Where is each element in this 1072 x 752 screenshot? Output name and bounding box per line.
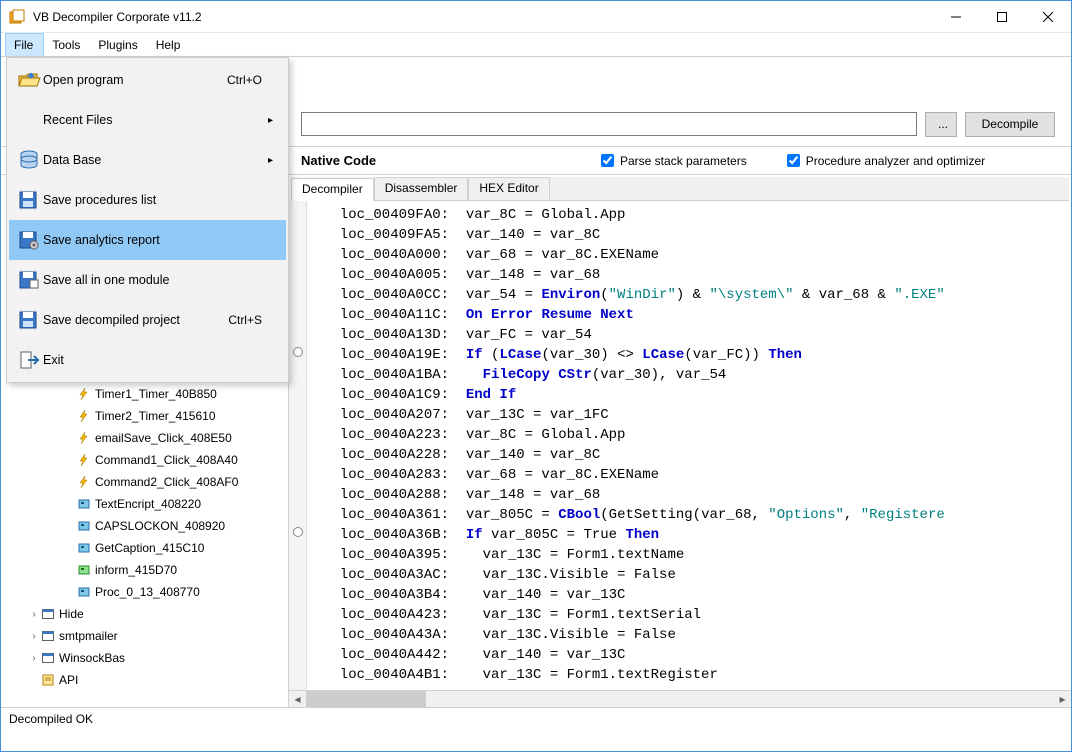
tree-item[interactable]: inform_415D70 xyxy=(9,559,288,581)
tree-item[interactable]: Command2_Click_408AF0 xyxy=(9,471,288,493)
status-text: Decompiled OK xyxy=(9,712,93,726)
bolt-icon xyxy=(77,475,91,489)
parse-stack-checkbox[interactable]: Parse stack parameters xyxy=(601,154,747,168)
tree-item[interactable]: › smtpmailer xyxy=(9,625,288,647)
form-icon xyxy=(41,629,55,643)
tree-item[interactable]: emailSave_Click_408E50 xyxy=(9,427,288,449)
tree-item[interactable]: Proc_0_13_408770 xyxy=(9,581,288,603)
app-logo-icon xyxy=(9,9,25,25)
tab-disassembler[interactable]: Disassembler xyxy=(374,177,469,200)
menu-tools[interactable]: Tools xyxy=(44,33,90,56)
path-input[interactable] xyxy=(301,112,917,136)
proc-icon xyxy=(77,497,91,511)
statusbar: Decompiled OK xyxy=(1,707,1071,729)
browse-button[interactable]: ... xyxy=(925,112,957,137)
proc-icon xyxy=(77,519,91,533)
file-menu-dropdown: Open program Ctrl+O Recent Files ▸ Data … xyxy=(6,57,289,383)
scroll-left-icon[interactable]: ◂ xyxy=(289,691,306,708)
proc2-icon xyxy=(77,563,91,577)
bolt-icon xyxy=(77,387,91,401)
menu-save-procedures-list[interactable]: Save procedures list xyxy=(9,180,286,220)
decompile-button[interactable]: Decompile xyxy=(965,112,1055,137)
tree-item-label: inform_415D70 xyxy=(95,563,177,577)
tab-hex-editor[interactable]: HEX Editor xyxy=(468,177,549,200)
menu-exit[interactable]: Exit xyxy=(9,340,286,380)
tree-item-label: Proc_0_13_408770 xyxy=(95,585,200,599)
form-icon xyxy=(41,607,55,621)
optimizer-input[interactable] xyxy=(787,154,800,167)
twisty-icon[interactable]: › xyxy=(27,631,41,642)
window-title: VB Decompiler Corporate v11.2 xyxy=(33,10,933,24)
tree-item-label: TextEncript_408220 xyxy=(95,497,201,511)
menu-save-analytics-report[interactable]: Save analytics report xyxy=(9,220,286,260)
tree-item-label: Command1_Click_408A40 xyxy=(95,453,238,467)
open-folder-icon xyxy=(15,70,43,90)
save-list-icon xyxy=(15,190,43,210)
scroll-right-icon[interactable]: ▸ xyxy=(1054,691,1071,708)
scroll-thumb[interactable] xyxy=(306,691,426,708)
code-tabs: Decompiler Disassembler HEX Editor xyxy=(291,177,1069,201)
save-project-icon xyxy=(15,310,43,330)
titlebar: VB Decompiler Corporate v11.2 xyxy=(1,1,1071,33)
tree-item[interactable]: › WinsockBas xyxy=(9,647,288,669)
bolt-icon xyxy=(77,431,91,445)
twisty-icon[interactable]: › xyxy=(27,609,41,620)
menu-help[interactable]: Help xyxy=(148,33,191,56)
tree-item-label: emailSave_Click_408E50 xyxy=(95,431,232,445)
save-report-icon xyxy=(15,230,43,250)
tree-item[interactable]: GetCaption_415C10 xyxy=(9,537,288,559)
exit-icon xyxy=(15,350,43,370)
tree-item-label: Timer2_Timer_415610 xyxy=(95,409,216,423)
twisty-icon[interactable]: › xyxy=(27,653,41,664)
tree-item[interactable]: Command1_Click_408A40 xyxy=(9,449,288,471)
tree-item-label: Command2_Click_408AF0 xyxy=(95,475,238,489)
horizontal-scrollbar[interactable]: ◂ ▸ xyxy=(289,690,1071,707)
close-button[interactable] xyxy=(1025,2,1071,32)
menu-plugins[interactable]: Plugins xyxy=(90,33,147,56)
proc-icon xyxy=(77,585,91,599)
minimize-button[interactable] xyxy=(933,2,979,32)
scroll-track[interactable] xyxy=(306,691,1054,708)
tab-decompiler[interactable]: Decompiler xyxy=(291,178,374,201)
native-code-label: Native Code xyxy=(301,153,561,168)
menu-recent-files[interactable]: Recent Files ▸ xyxy=(9,100,286,140)
tree-item-label: smtpmailer xyxy=(59,629,118,643)
mod-icon xyxy=(41,673,55,687)
menubar: File Tools Plugins Help xyxy=(1,33,1071,57)
proc-icon xyxy=(77,541,91,555)
tree-item-label: WinsockBas xyxy=(59,651,125,665)
tree-item[interactable]: CAPSLOCKON_408920 xyxy=(9,515,288,537)
tree-item-label: GetCaption_415C10 xyxy=(95,541,204,555)
tree-item[interactable]: API xyxy=(9,669,288,691)
tree-item-label: API xyxy=(59,673,78,687)
menu-file[interactable]: File xyxy=(5,33,44,56)
tree-item-label: CAPSLOCKON_408920 xyxy=(95,519,225,533)
form-icon xyxy=(41,651,55,665)
bolt-icon xyxy=(77,409,91,423)
optimizer-checkbox[interactable]: Procedure analyzer and optimizer xyxy=(787,154,985,168)
parse-stack-input[interactable] xyxy=(601,154,614,167)
maximize-button[interactable] xyxy=(979,2,1025,32)
menu-data-base[interactable]: Data Base ▸ xyxy=(9,140,286,180)
tree-item[interactable]: TextEncript_408220 xyxy=(9,493,288,515)
code-panel: Decompiler Disassembler HEX Editor loc_0… xyxy=(289,175,1071,707)
save-module-icon xyxy=(15,270,43,290)
tree-item[interactable]: Timer2_Timer_415610 xyxy=(9,405,288,427)
code-body: loc_00409FA0: var_8C = Global.App loc_00… xyxy=(289,201,1071,690)
database-icon xyxy=(15,150,43,170)
fold-marker-icon[interactable] xyxy=(293,347,303,357)
menu-save-all-in-one-module[interactable]: Save all in one module xyxy=(9,260,286,300)
menu-open-program[interactable]: Open program Ctrl+O xyxy=(9,60,286,100)
code-listing: loc_00409FA0: var_8C = Global.App loc_00… xyxy=(309,201,1071,689)
fold-marker-icon[interactable] xyxy=(293,527,303,537)
code-gutter xyxy=(289,201,307,690)
tree-item[interactable]: Timer1_Timer_40B850 xyxy=(9,383,288,405)
menu-save-decompiled-project[interactable]: Save decompiled project Ctrl+S xyxy=(9,300,286,340)
tree-item[interactable]: › Hide xyxy=(9,603,288,625)
tree-item-label: Timer1_Timer_40B850 xyxy=(95,387,217,401)
bolt-icon xyxy=(77,453,91,467)
tree-item-label: Hide xyxy=(59,607,84,621)
